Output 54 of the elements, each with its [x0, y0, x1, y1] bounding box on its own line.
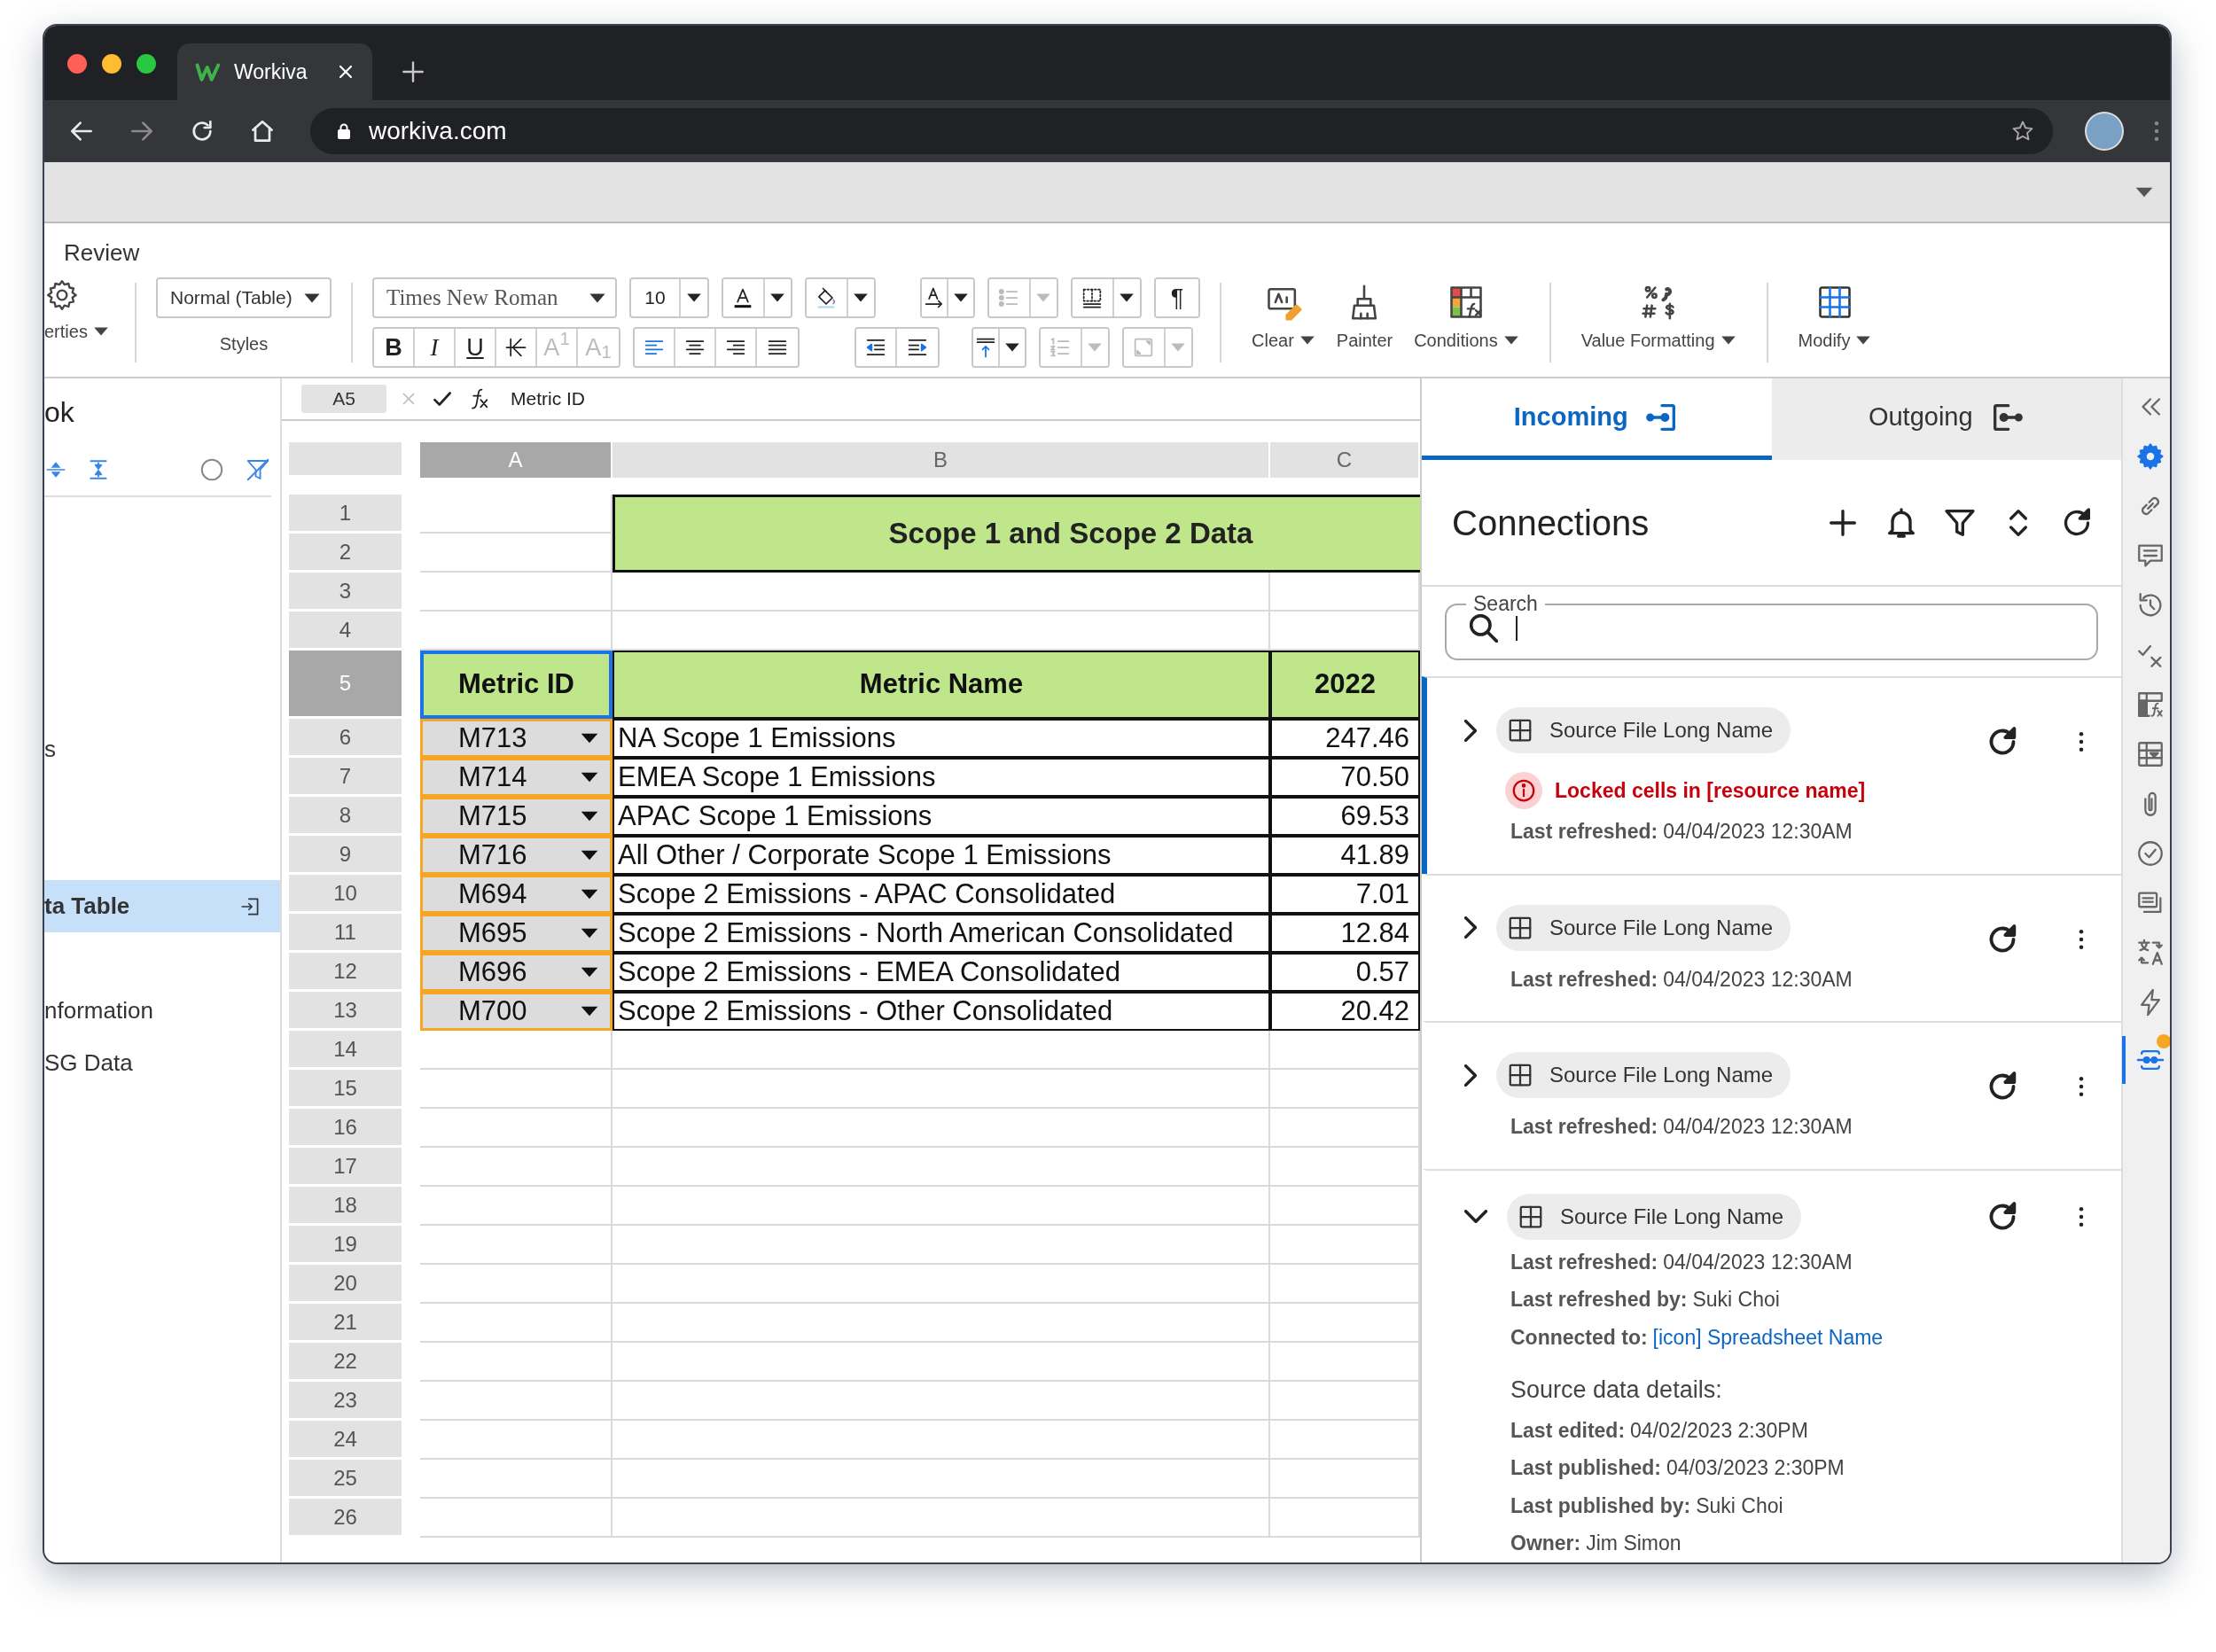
- detail-label: Last edited:: [1510, 1418, 1626, 1442]
- table-cell: 70.50: [1270, 758, 1420, 797]
- detail-label: Last refreshed:: [1510, 1250, 1658, 1274]
- detail-value: 04/04/2023 12:30AM: [1663, 967, 1853, 991]
- tab-title: Workiva: [234, 58, 308, 85]
- table-cell: Scope 2 Emissions - Other Consolidated: [613, 992, 1270, 1031]
- detail-value: 04/02/2023 2:30PM: [1630, 1418, 1808, 1442]
- detail-label: Last published by:: [1510, 1493, 1691, 1517]
- table-cell: 7.01: [1270, 875, 1420, 914]
- detail-value: Suki Choi: [1692, 1288, 1780, 1311]
- table-cell: NA Scope 1 Emissions: [613, 719, 1270, 758]
- group-label: Styles: [219, 333, 269, 355]
- button-label: Painter: [1336, 330, 1393, 352]
- properties-label: erties: [44, 321, 88, 343]
- detail-label: Owner:: [1510, 1531, 1581, 1555]
- table-cell: Scope 2 Emissions - APAC Consolidated: [613, 875, 1270, 914]
- error-message: Locked cells in [resource name]: [1555, 777, 1866, 804]
- detail-value: 04/03/2023 2:30PM: [1666, 1456, 1845, 1479]
- table-cell: 247.46: [1270, 719, 1420, 758]
- table-cell: All Other / Corporate Scope 1 Emissions: [613, 836, 1270, 875]
- table-cell: 20.42: [1270, 992, 1420, 1031]
- detail-value: 04/04/2023 12:30AM: [1663, 820, 1853, 843]
- detail-label: Connected to:: [1510, 1325, 1648, 1349]
- table-cell: 69.53: [1270, 797, 1420, 836]
- button-label: Value Formatting: [1580, 330, 1715, 352]
- table-cell: Scope 2 Emissions - North American Consolidated: [613, 914, 1270, 953]
- table-title: Scope 1 and Scope 2 Data: [613, 495, 1420, 573]
- detail-value: 04/04/2023 12:30AM: [1663, 1250, 1853, 1274]
- table-cell: APAC Scope 1 Emissions: [613, 797, 1270, 836]
- detail-value: Suki Choi: [1696, 1493, 1783, 1517]
- detail-value: 04/04/2023 12:30AM: [1663, 1115, 1853, 1138]
- table-cell: 12.84: [1270, 914, 1420, 953]
- detail-value: Jim Simon: [1586, 1531, 1682, 1555]
- detail-label: Last published:: [1510, 1456, 1661, 1479]
- section-heading: Source data details:: [1510, 1375, 1723, 1405]
- table-cell: Scope 2 Emissions - EMEA Consolidated: [613, 953, 1270, 992]
- table-cell: 0.57: [1270, 953, 1420, 992]
- panel-title: Connections: [1452, 502, 1650, 544]
- column-heading: 2022: [1270, 651, 1420, 719]
- url-text: workiva.com: [369, 116, 507, 146]
- detail-label: Last refreshed by:: [1510, 1288, 1688, 1311]
- field-label: Search: [1472, 594, 1539, 614]
- detail-label: Last refreshed:: [1510, 967, 1658, 991]
- table-cell: 41.89: [1270, 836, 1420, 875]
- button-label: Modify: [1798, 330, 1851, 352]
- column-heading: Metric Name: [613, 651, 1270, 719]
- button-label: Conditions: [1414, 330, 1498, 352]
- detail-label: Last refreshed:: [1510, 1115, 1658, 1138]
- panel-title: ok: [44, 395, 75, 430]
- button-label: Clear: [1252, 330, 1294, 352]
- cell-reference: A5: [301, 385, 386, 413]
- table-cell: EMEA Scope 1 Emissions: [613, 758, 1270, 797]
- column-heading: Metric ID: [420, 651, 613, 719]
- detail-label: Last refreshed:: [1510, 820, 1658, 843]
